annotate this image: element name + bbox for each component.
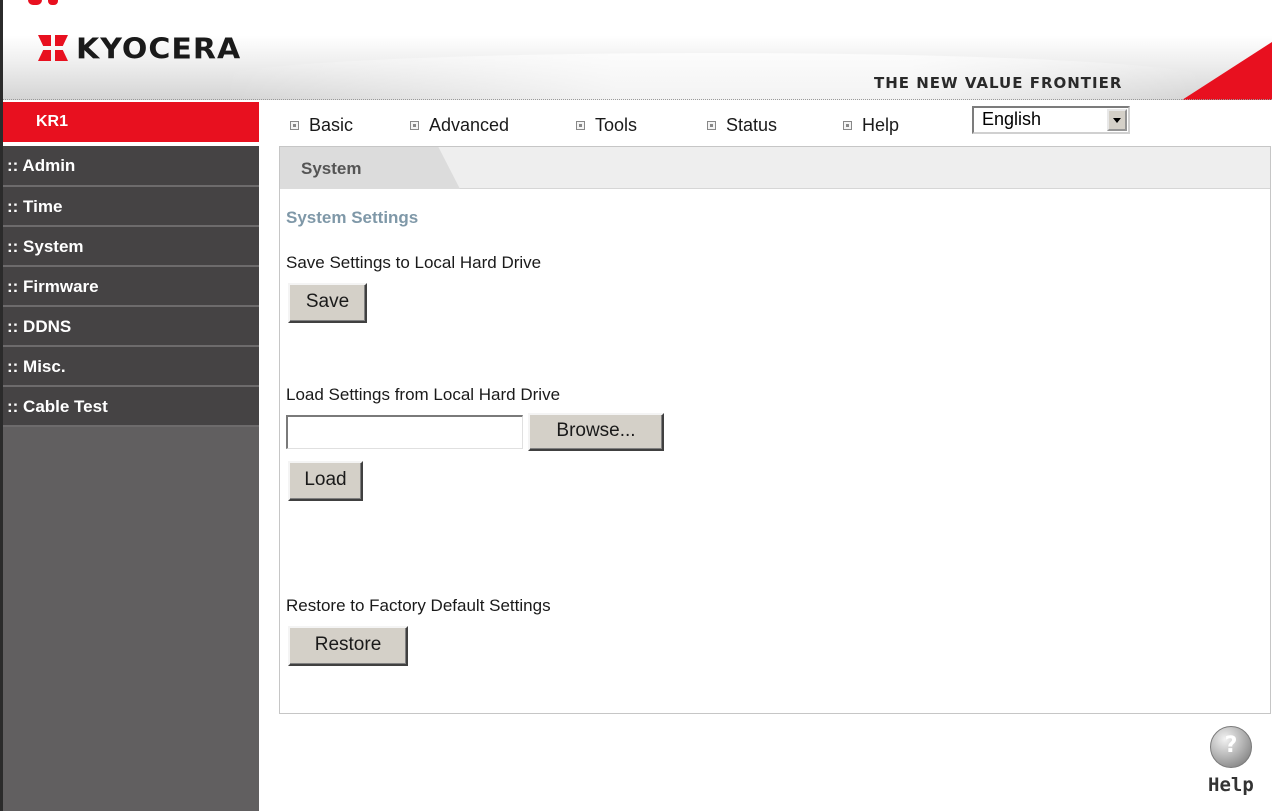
language-select[interactable]: English xyxy=(972,106,1130,134)
bullet-icon xyxy=(290,121,299,130)
help-button[interactable]: ? Help xyxy=(1206,726,1256,800)
language-value: English xyxy=(982,109,1042,129)
nav-basic[interactable]: Basic xyxy=(290,115,353,136)
nav-help[interactable]: Help xyxy=(843,115,899,136)
browse-button[interactable]: Browse... xyxy=(528,413,664,451)
kyocera-logo: KYOCERA xyxy=(38,32,241,66)
file-path-input[interactable] xyxy=(286,415,523,449)
nav-advanced[interactable]: Advanced xyxy=(410,115,509,136)
sidebar: :: Admin :: Time :: System :: Firmware :… xyxy=(3,146,259,811)
sidebar-item-cable-test[interactable]: :: Cable Test xyxy=(3,387,259,427)
kyocera-logo-icon xyxy=(38,35,70,63)
help-label: Help xyxy=(1208,774,1254,796)
bullet-icon xyxy=(707,121,716,130)
bullet-icon xyxy=(843,121,852,130)
sidebar-item-firmware[interactable]: :: Firmware xyxy=(3,267,259,307)
sidebar-item-admin[interactable]: :: Admin xyxy=(3,146,259,187)
header-divider xyxy=(3,99,1272,101)
restore-settings-label: Restore to Factory Default Settings xyxy=(286,596,551,615)
tab-system-label: System xyxy=(301,159,362,178)
top-nav: KR1 Basic Advanced Tools Status Help Eng… xyxy=(3,102,1272,144)
sidebar-item-time[interactable]: :: Time xyxy=(3,187,259,227)
restore-button[interactable]: Restore xyxy=(288,626,408,666)
save-button[interactable]: Save xyxy=(288,283,367,323)
sidebar-item-ddns[interactable]: :: DDNS xyxy=(3,307,259,347)
nav-basic-label: Basic xyxy=(309,115,354,135)
chevron-down-icon[interactable] xyxy=(1107,109,1127,131)
help-glyph: ? xyxy=(1224,733,1238,758)
nav-help-label: Help xyxy=(862,115,900,135)
bullet-icon xyxy=(576,121,585,130)
red-corner-accent xyxy=(1182,42,1272,100)
save-settings-label: Save Settings to Local Hard Drive xyxy=(286,253,542,272)
nav-status[interactable]: Status xyxy=(707,115,777,136)
nav-advanced-label: Advanced xyxy=(429,115,510,135)
nav-status-label: Status xyxy=(726,115,778,135)
logo-text: KYOCERA xyxy=(76,32,242,66)
bullet-icon xyxy=(410,121,419,130)
sidebar-item-system[interactable]: :: System xyxy=(3,227,259,267)
tab-strip: System xyxy=(280,147,1270,189)
content-panel: System System Settings Save Settings to … xyxy=(279,146,1271,714)
header-banner: KYOCERA THE NEW VALUE FRONTIER xyxy=(3,8,1272,103)
question-mark-icon[interactable]: ? xyxy=(1210,726,1252,768)
device-name: KR1 xyxy=(3,102,259,142)
section-title: System Settings xyxy=(286,208,419,227)
sidebar-item-misc[interactable]: :: Misc. xyxy=(3,347,259,387)
nav-tools[interactable]: Tools xyxy=(576,115,637,136)
load-settings-label: Load Settings from Local Hard Drive xyxy=(286,385,561,404)
load-button[interactable]: Load xyxy=(288,461,363,501)
tagline: THE NEW VALUE FRONTIER xyxy=(874,74,1123,92)
top-red-fragment xyxy=(0,0,70,8)
nav-tools-label: Tools xyxy=(595,115,638,135)
